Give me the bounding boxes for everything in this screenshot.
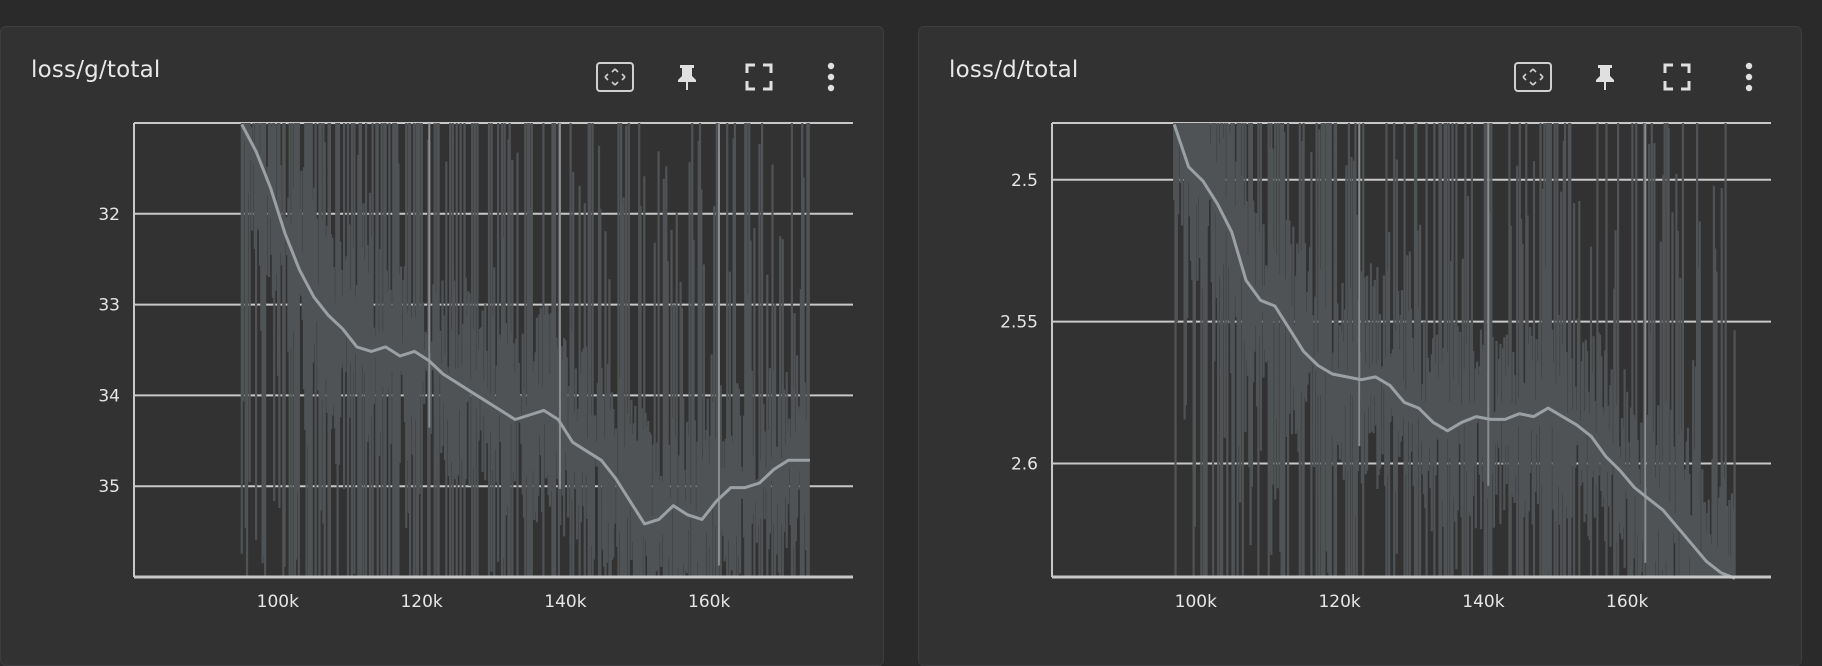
y-tick-label: 35 <box>98 477 120 497</box>
chart-plot[interactable]: 35 34 33 32 100k 120k 140k 160k <box>1 27 885 647</box>
y-tick-label: 2.6 <box>1011 455 1038 475</box>
x-tick-label: 160k <box>1606 592 1648 612</box>
chart-card-g-total: loss/g/total 35343332100k120k140k <box>0 26 884 666</box>
y-tick-label: 2.55 <box>1000 313 1038 333</box>
raw-series-line <box>1173 123 1736 577</box>
y-tick-label: 33 <box>98 296 120 316</box>
x-tick-label: 140k <box>1462 592 1504 612</box>
raw-series-line <box>240 123 810 577</box>
y-tick-label: 2.5 <box>1011 171 1038 191</box>
y-tick-label: 34 <box>98 386 120 406</box>
chart-plot[interactable]: 2.6 2.55 2.5 100k 120k 140k 160k <box>919 27 1803 647</box>
chart-card-d-total: loss/d/total 2.6 2.55 2.5 100k 120k 140k… <box>918 26 1802 666</box>
x-tick-label: 100k <box>257 592 299 612</box>
x-tick-label: 140k <box>544 592 586 612</box>
y-tick-label: 32 <box>98 205 120 225</box>
x-tick-label: 120k <box>1318 592 1360 612</box>
x-tick-label: 120k <box>400 592 442 612</box>
x-tick-label: 160k <box>688 592 730 612</box>
x-tick-label: 100k <box>1175 592 1217 612</box>
